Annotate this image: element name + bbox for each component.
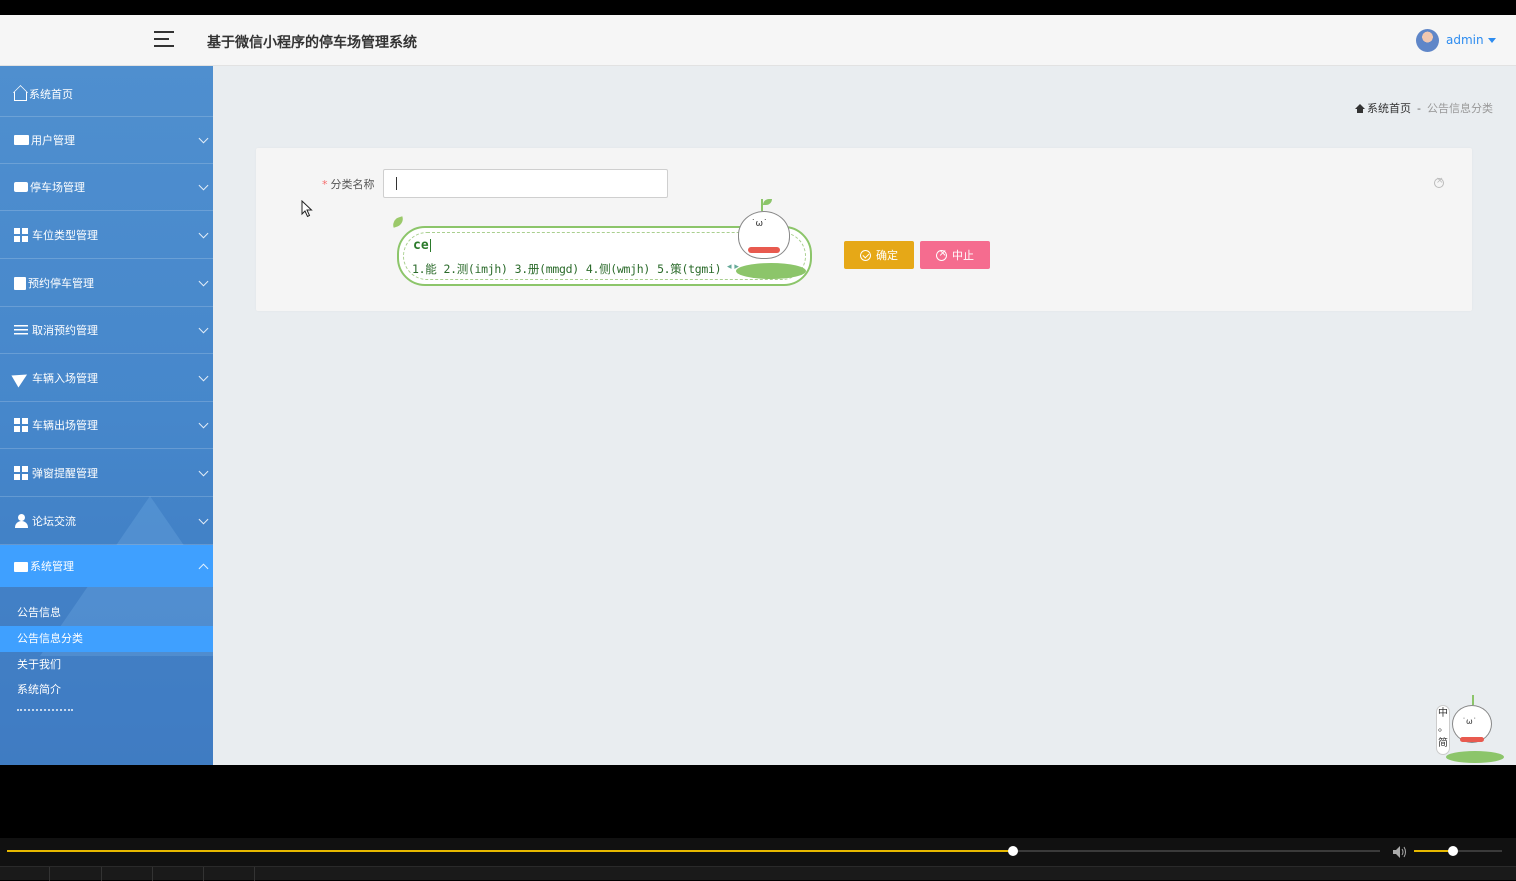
sidebar-subitem-clipped <box>17 709 73 713</box>
ime-candidate[interactable]: 5.策(tgmi) <box>657 262 722 276</box>
sidebar-item-label: 预约停车管理 <box>28 277 94 290</box>
chevron-down-icon <box>198 418 209 428</box>
sidebar-item-space-type[interactable]: 车位类型管理 <box>0 212 213 259</box>
sliders-icon <box>14 323 30 337</box>
sidebar-subitem-intro[interactable]: 系统简介 <box>0 677 213 703</box>
breadcrumb: 系统首页 - 公告信息分类 <box>1355 100 1493 116</box>
sidebar-item-cancel-reservation[interactable]: 取消预约管理 <box>0 307 213 354</box>
clipboard-icon <box>14 276 26 290</box>
chevron-down-icon <box>198 466 209 476</box>
sidebar-item-label: 取消预约管理 <box>32 324 98 337</box>
breadcrumb-home[interactable]: 系统首页 <box>1367 100 1411 116</box>
check-circle-icon <box>860 249 871 261</box>
ime-candidates: 1.能 2.测(imjh) 3.册(mmgd) 4.侧(wmjh) 5.策(tgmi) <box>412 261 728 277</box>
sidebar-item-label: 系统管理 <box>30 560 74 573</box>
close-circle-icon <box>936 248 947 261</box>
breadcrumb-current: 公告信息分类 <box>1427 102 1493 115</box>
ime-candidate[interactable]: 1.能 <box>412 262 437 276</box>
sidebar-subitem-notice[interactable]: 公告信息 <box>0 600 213 626</box>
sidebar-item-vehicle-exit[interactable]: 车辆出场管理 <box>0 402 213 449</box>
ime-caret <box>429 239 431 252</box>
volume-fill <box>1414 850 1453 852</box>
ime-composition: ce <box>413 238 431 253</box>
ime-composition-text: ce <box>413 238 429 253</box>
sidebar: 系统首页 用户管理 停车场管理 车位类型管理 预约停车管理 取消预约管理 车辆入… <box>0 66 213 765</box>
sidebar-item-label: 弹窗提醒管理 <box>32 467 98 480</box>
progress-fill <box>7 850 1014 852</box>
confirm-button[interactable]: 确定 <box>844 241 914 269</box>
sidebar-item-label: 论坛交流 <box>32 515 76 528</box>
home-icon <box>14 92 27 101</box>
grid-icon <box>14 228 30 242</box>
abort-button-label: 中止 <box>952 249 974 262</box>
sidebar-item-users[interactable]: 用户管理 <box>0 117 213 164</box>
sidebar-item-system[interactable]: 系统管理 <box>0 545 213 587</box>
chevron-down-icon <box>198 276 209 286</box>
caret-down-icon[interactable] <box>1487 37 1496 43</box>
chevron-down-icon <box>198 371 209 381</box>
paper-plane-icon <box>11 368 31 388</box>
sidebar-item-label: 车位类型管理 <box>32 229 98 242</box>
volume-icon[interactable] <box>1392 844 1408 858</box>
text-caret <box>396 177 397 190</box>
volume-slider[interactable] <box>1414 846 1502 856</box>
home-icon <box>1355 103 1366 113</box>
progress-slider[interactable] <box>7 846 1380 856</box>
grid-icon <box>14 466 30 480</box>
ime-candidate[interactable]: 3.册(mmgd) <box>515 262 580 276</box>
user-name[interactable]: admin <box>1446 33 1484 47</box>
ime-mascot-icon: ˙ω˙ <box>736 197 812 283</box>
menu-toggle-icon[interactable] <box>154 31 176 49</box>
chevron-up-icon <box>198 563 209 573</box>
user-menu[interactable]: admin <box>1416 28 1496 52</box>
category-name-label: * 分类名称 <box>322 176 375 192</box>
chevron-down-icon <box>198 514 209 524</box>
sidebar-item-popup-reminder[interactable]: 弹窗提醒管理 <box>0 450 213 497</box>
avatar[interactable] <box>1416 28 1439 52</box>
chevron-down-icon <box>198 133 209 143</box>
ime-candidate[interactable]: 2.测(imjh) <box>443 262 508 276</box>
video-player-bar <box>0 838 1516 881</box>
ime-candidate[interactable]: 4.侧(wmjh) <box>586 262 651 276</box>
sidebar-item-forum[interactable]: 论坛交流 <box>0 498 213 545</box>
volume-handle[interactable] <box>1447 846 1458 856</box>
field-label-text: 分类名称 <box>330 178 375 191</box>
breadcrumb-separator: - <box>1417 101 1421 115</box>
sidebar-item-parking[interactable]: 停车场管理 <box>0 164 213 211</box>
ticket-icon <box>14 135 29 145</box>
chevron-down-icon <box>198 323 209 333</box>
sidebar-item-label: 用户管理 <box>31 134 75 147</box>
category-name-input[interactable] <box>383 169 668 198</box>
sidebar-item-label: 车辆出场管理 <box>32 419 98 432</box>
sidebar-item-label: 系统首页 <box>29 87 73 101</box>
chevron-down-icon <box>198 228 209 238</box>
top-bar: 基于微信小程序的停车场管理系统 admin <box>0 15 1516 66</box>
chevron-down-icon <box>198 180 209 190</box>
player-controls-row <box>0 866 1516 881</box>
briefcase-icon <box>14 562 28 572</box>
confirm-button-label: 确定 <box>876 249 898 262</box>
abort-button[interactable]: 中止 <box>920 241 990 269</box>
progress-handle[interactable] <box>1008 846 1019 856</box>
required-mark: * <box>322 178 328 191</box>
app-screen: 基于微信小程序的停车场管理系统 admin 系统首页 用户管理 停车场管理 车位… <box>0 15 1516 765</box>
chat-icon <box>14 182 28 192</box>
close-circle-icon[interactable] <box>1434 176 1444 188</box>
sidebar-subitem-notice-category[interactable]: 公告信息分类 <box>0 626 213 652</box>
sidebar-subitem-about[interactable]: 关于我们 <box>0 652 213 678</box>
app-title: 基于微信小程序的停车场管理系统 <box>207 35 417 51</box>
ime-status-widget[interactable]: 中。简 ˙ω˙ <box>1432 693 1506 765</box>
user-icon <box>14 514 30 528</box>
sidebar-item-label: 车辆入场管理 <box>32 372 98 385</box>
grid-icon <box>14 418 30 432</box>
sidebar-item-vehicle-entry[interactable]: 车辆入场管理 <box>0 355 213 402</box>
sidebar-item-reservation[interactable]: 预约停车管理 <box>0 260 213 307</box>
sidebar-item-label: 停车场管理 <box>30 181 85 194</box>
ime-status-tag[interactable]: 中。简 <box>1436 705 1450 755</box>
sidebar-item-home[interactable]: 系统首页 <box>0 71 213 117</box>
